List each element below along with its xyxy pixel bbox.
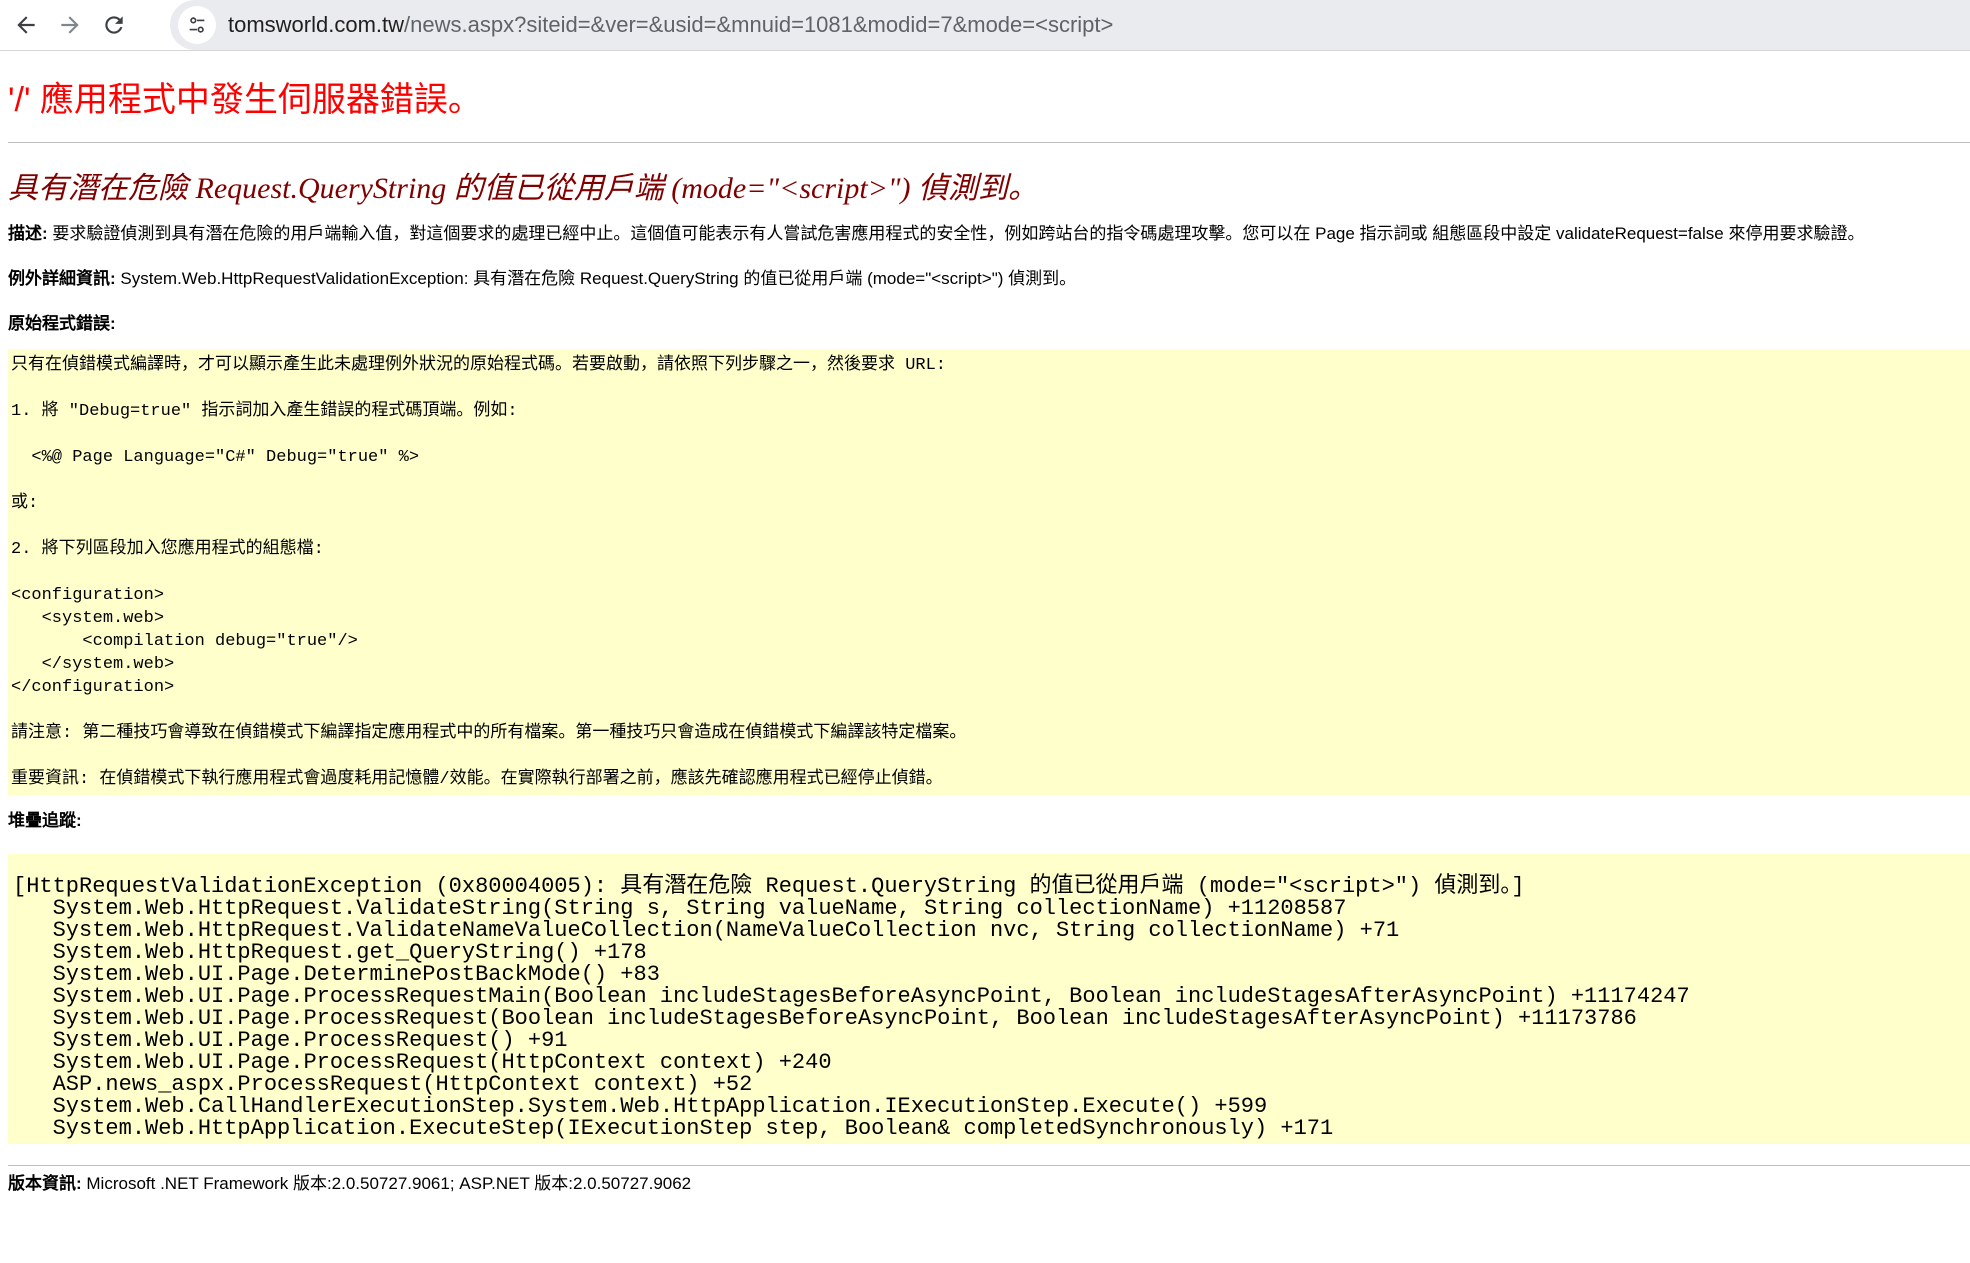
description-line: 描述: 要求驗證偵測到具有潛在危險的用戶端輸入值，對這個要求的處理已經中止。這個… xyxy=(0,223,1970,245)
source-code-line: 或: xyxy=(11,494,39,513)
stack-trace-frame: [HttpRequestValidationException (0x80004… xyxy=(13,874,1525,899)
stack-trace-box: [HttpRequestValidationException (0x80004… xyxy=(8,854,1970,1144)
reload-icon xyxy=(105,16,123,34)
stack-trace-frame: System.Web.UI.Page.ProcessRequest(Boolea… xyxy=(13,1006,1637,1031)
source-code-line xyxy=(11,561,1970,584)
stack-trace-frame: System.Web.UI.Page.ProcessRequest() +91 xyxy=(13,1028,568,1053)
stack-trace-frame: System.Web.HttpApplication.ExecuteStep(I… xyxy=(13,1116,1334,1141)
source-error-label: 原始程式錯誤: xyxy=(8,314,116,333)
url-text[interactable]: tomsworld.com.tw/news.aspx?siteid=&ver=&… xyxy=(228,12,1113,38)
stack-trace-frame: ASP.news_aspx.ProcessRequest(HttpContext… xyxy=(13,1072,753,1097)
footer-divider xyxy=(8,1165,1970,1166)
tune-icon xyxy=(189,17,205,33)
source-code-line: 只有在偵錯模式編譯時，才可以顯示產生此未處理例外狀況的原始程式碼。若要啟動，請依… xyxy=(11,356,947,375)
source-code-line: 2. 將下列區段加入您應用程式的組態檔: xyxy=(11,540,324,559)
reload-button[interactable] xyxy=(94,5,134,45)
source-code-line: </configuration> xyxy=(11,678,175,697)
source-code-line xyxy=(11,377,1970,400)
stack-trace-frame: System.Web.CallHandlerExecutionStep.Syst… xyxy=(13,1094,1268,1119)
version-label: 版本資訊: xyxy=(8,1174,82,1193)
stack-trace-line: 堆疊追蹤: xyxy=(0,810,1970,832)
source-error-box: 只有在偵錯模式編譯時，才可以顯示產生此未處理例外狀況的原始程式碼。若要啟動，請依… xyxy=(8,349,1970,795)
stack-trace-frame: System.Web.UI.Page.ProcessRequest(HttpCo… xyxy=(13,1050,832,1075)
back-button[interactable] xyxy=(6,5,46,45)
exception-line: 例外詳細資訊: System.Web.HttpRequestValidation… xyxy=(0,268,1970,290)
url-path: /news.aspx?siteid=&ver=&usid=&mnuid=1081… xyxy=(404,12,1114,37)
site-info-button[interactable] xyxy=(178,6,216,44)
stack-trace-frame: System.Web.UI.Page.DeterminePostBackMode… xyxy=(13,962,660,987)
source-code-line: <compilation debug="true"/> xyxy=(11,632,358,651)
version-text: Microsoft .NET Framework 版本:2.0.50727.90… xyxy=(81,1174,692,1193)
stack-trace-frame: System.Web.HttpRequest.ValidateString(St… xyxy=(13,896,1347,921)
version-line: 版本資訊: Microsoft .NET Framework 版本:2.0.50… xyxy=(0,1173,1970,1195)
source-code-line: 重要資訊: 在偵錯模式下執行應用程式會過度耗用記憶體/效能。在實際執行部署之前，… xyxy=(11,770,943,789)
stack-trace-frame: System.Web.HttpRequest.ValidateNameValue… xyxy=(13,918,1400,943)
address-bar[interactable]: tomsworld.com.tw/news.aspx?siteid=&ver=&… xyxy=(170,0,1970,50)
source-code-line xyxy=(11,699,1970,722)
exception-text: System.Web.HttpRequestValidationExceptio… xyxy=(115,269,1077,288)
page-title: '/' 應用程式中發生伺服器錯誤。 xyxy=(8,81,482,119)
source-code-line: 請注意: 第二種技巧會導致在偵錯模式下編譯指定應用程式中的所有檔案。第一種技巧只… xyxy=(11,724,967,743)
source-code-line xyxy=(11,745,1970,768)
stack-trace-frame: System.Web.HttpRequest.get_QueryString()… xyxy=(13,940,647,965)
source-code-line: <system.web> xyxy=(11,609,165,628)
description-label: 描述: xyxy=(8,224,48,243)
arrow-right-icon xyxy=(61,16,79,34)
source-code-line: 1. 將 "Debug=true" 指示詞加入產生錯誤的程式碼頂端。例如: xyxy=(11,402,518,421)
url-host: tomsworld.com.tw xyxy=(228,12,405,37)
error-subtitle: 具有潛在危險 Request.QueryString 的值已從用戶端 (mode… xyxy=(8,172,1039,205)
source-code-line: <%@ Page Language="C#" Debug="true" %> xyxy=(11,448,420,467)
source-code-line: </system.web> xyxy=(11,655,175,674)
source-code-line xyxy=(11,469,1970,492)
source-code-line: <configuration> xyxy=(11,586,165,605)
error-page: '/' 應用程式中發生伺服器錯誤。 具有潛在危險 Request.QuerySt… xyxy=(0,61,1970,1195)
source-error-line: 原始程式錯誤: xyxy=(0,313,1970,335)
exception-label: 例外詳細資訊: xyxy=(8,269,116,288)
stack-trace-label: 堆疊追蹤: xyxy=(8,811,82,830)
description-text: 要求驗證偵測到具有潛在危險的用戶端輸入值，對這個要求的處理已經中止。這個值可能表… xyxy=(47,224,1865,243)
source-code-line xyxy=(11,515,1970,538)
forward-button[interactable] xyxy=(50,5,90,45)
stack-trace-frame: System.Web.UI.Page.ProcessRequestMain(Bo… xyxy=(13,984,1690,1009)
arrow-left-icon xyxy=(17,16,35,34)
browser-toolbar: tomsworld.com.tw/news.aspx?siteid=&ver=&… xyxy=(0,0,1970,51)
source-code-line xyxy=(11,423,1970,446)
